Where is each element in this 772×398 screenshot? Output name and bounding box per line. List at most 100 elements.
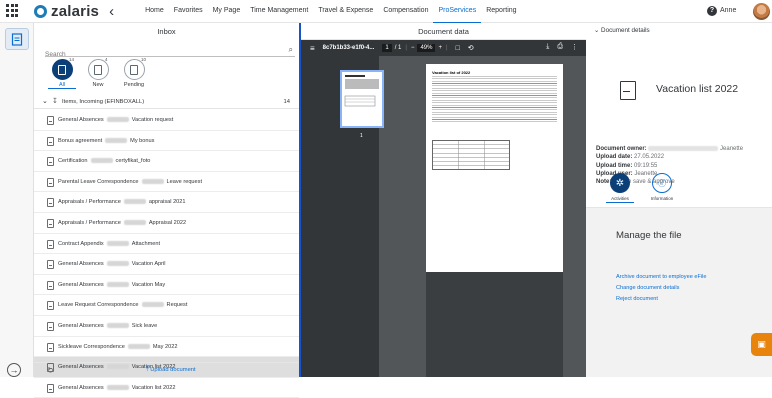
group-label: Items, Incoming (EFINBOXALL) <box>62 99 145 105</box>
redacted-text <box>106 117 129 123</box>
more-icon[interactable]: ⋮ <box>571 43 578 51</box>
inbox-rail-button[interactable] <box>5 28 29 50</box>
grid-icon[interactable] <box>6 4 20 18</box>
meta-value: 27.05.2022 <box>634 154 665 161</box>
activities-icon: ✲ <box>610 173 630 193</box>
page-table <box>432 140 510 170</box>
chevron-left-icon[interactable]: ‹ <box>109 3 114 20</box>
logo-text: zalaris <box>51 2 100 20</box>
document-icon <box>87 59 109 80</box>
avatar[interactable] <box>753 3 770 20</box>
nav-home[interactable]: Home <box>140 0 169 24</box>
fit-page-icon[interactable]: □ <box>456 45 460 52</box>
redacted-text <box>141 178 164 184</box>
details-tabs: ✲ Activities ⓘ Information <box>606 173 676 203</box>
document-icon <box>47 218 54 228</box>
document-icon <box>47 383 54 393</box>
filter-all[interactable]: 14 All <box>48 57 76 89</box>
inbox-list: General Absences Vacation request Bonus ag… <box>34 110 299 398</box>
item-title: May 2022 <box>152 343 178 350</box>
document-icon <box>47 116 54 125</box>
redacted-text <box>127 343 150 349</box>
chat-icon[interactable]: ▣ <box>751 333 772 356</box>
list-item-text: Appraisals / Performance appraisal 2021 <box>58 199 186 205</box>
pdf-actions: ⤓ ⎙ ⋮ <box>546 43 578 51</box>
divider: | <box>405 45 407 51</box>
list-item-text: General Absences Sick leave <box>58 323 157 329</box>
redacted-text <box>123 219 146 225</box>
document-icon <box>47 342 54 352</box>
thumbnail-number: 1 <box>360 133 363 139</box>
nav-travel-expense[interactable]: Travel & Expense <box>313 0 378 24</box>
item-category: General Absences <box>58 117 104 123</box>
filter-label: All <box>48 82 76 89</box>
redacted-text <box>105 137 128 143</box>
help-icon[interactable]: ? <box>707 6 717 16</box>
thumbnail-sidebar: 1 <box>301 56 384 377</box>
information-icon: ⓘ <box>652 173 672 193</box>
nav-time-management[interactable]: Time Management <box>245 0 313 24</box>
item-category: Appraisals / Performance <box>58 219 121 226</box>
expand-arrow-icon[interactable]: → <box>7 363 21 377</box>
chevron-down-icon[interactable]: ⌄ <box>42 97 48 105</box>
inbox-title: Inbox <box>157 27 176 36</box>
list-item-text: General Absences Vacation list 2022 <box>58 385 175 391</box>
zoom-out-icon[interactable]: − <box>411 45 415 51</box>
page-thumbnail[interactable] <box>340 70 384 128</box>
archive-link[interactable]: Archive document to employee eFile <box>616 274 706 280</box>
item-category: Appraisals / Performance <box>58 199 121 206</box>
upload-document-button[interactable]: ⤒ Upload document <box>146 367 196 374</box>
list-item[interactable]: General Absences Vacation request <box>34 110 299 131</box>
item-title: Vacation list 2022 <box>131 384 176 391</box>
change-details-link[interactable]: Change document details <box>616 285 679 291</box>
item-category: Contract Appendix <box>58 240 104 247</box>
refresh-icon[interactable]: ↻ <box>47 366 54 375</box>
details-header[interactable]: ⌄ Document details <box>594 27 650 34</box>
print-icon[interactable]: ⎙ <box>557 43 563 51</box>
nav-compensation[interactable]: Compensation <box>378 0 433 24</box>
download-icon[interactable]: ⤓ <box>546 43 549 51</box>
list-item[interactable]: Parental Leave Correspondence Leave reque… <box>34 172 299 193</box>
meta-owner: Document owner: Jeanette <box>596 145 768 153</box>
reject-link[interactable]: Reject document <box>616 296 658 302</box>
list-item[interactable]: General Absences Vacation April <box>34 254 299 275</box>
nav-my-page[interactable]: My Page <box>208 0 246 24</box>
item-category: Certification <box>58 158 88 165</box>
meta-upload-date: Upload date: 27.05.2022 <box>596 153 768 161</box>
list-item[interactable]: Leave Request Correspondence Request <box>34 295 299 316</box>
rotate-icon[interactable]: ⟲ <box>468 44 474 52</box>
details-header-label: Document details <box>601 27 650 34</box>
item-category: Parental Leave Correspondence <box>58 178 139 185</box>
logo[interactable]: zalaris <box>34 3 99 20</box>
list-item[interactable]: Certification certyfikat_foto <box>34 151 299 172</box>
zoom-in-icon[interactable]: + <box>438 45 442 51</box>
list-item[interactable]: Sickleave Correspondence May 2022 <box>34 337 299 358</box>
list-item[interactable]: General Absences Sick leave <box>34 316 299 337</box>
zoom-input[interactable]: 49% <box>417 44 436 52</box>
page-input[interactable]: 1 <box>382 44 392 52</box>
list-item[interactable]: General Absences Vacation May <box>34 275 299 296</box>
inbox-tray-icon: ↧ <box>52 98 58 105</box>
meta-value: Jeanette <box>720 146 744 152</box>
filter-new[interactable]: 4 New <box>84 57 112 89</box>
user-name[interactable]: Anne <box>720 7 736 14</box>
tab-information[interactable]: ⓘ Information <box>648 173 676 203</box>
search-field: ⌕ <box>45 43 295 61</box>
group-header[interactable]: ⌄ ↧ Items, Incoming (EFINBOXALL) 14 <box>34 96 299 109</box>
nav-proservices[interactable]: ProServices <box>433 0 482 24</box>
nav-favorites[interactable]: Favorites <box>169 0 208 24</box>
search-icon[interactable]: ⌕ <box>289 45 293 55</box>
list-item[interactable]: Appraisals / Performance appraisal 2021 <box>34 192 299 213</box>
manage-title: Manage the file <box>616 230 682 241</box>
filter-pending[interactable]: 10 Pending <box>120 57 148 89</box>
menu-icon[interactable]: ≡ <box>310 44 315 53</box>
list-item[interactable]: Bonus agreement My bonus <box>34 131 299 152</box>
tab-activities[interactable]: ✲ Activities <box>606 173 634 203</box>
nav-reporting[interactable]: Reporting <box>481 0 521 24</box>
list-item[interactable]: General Absences Vacation list 2022 <box>34 378 299 398</box>
left-rail: → <box>0 23 34 377</box>
shell-bar: zalaris ‹ Home Favorites My Page Time Ma… <box>0 0 772 24</box>
item-title: Attachment <box>131 240 161 247</box>
list-item[interactable]: Contract Appendix Attachment <box>34 234 299 255</box>
list-item[interactable]: Appraisals / Performance Appraisal 2022 <box>34 213 299 234</box>
